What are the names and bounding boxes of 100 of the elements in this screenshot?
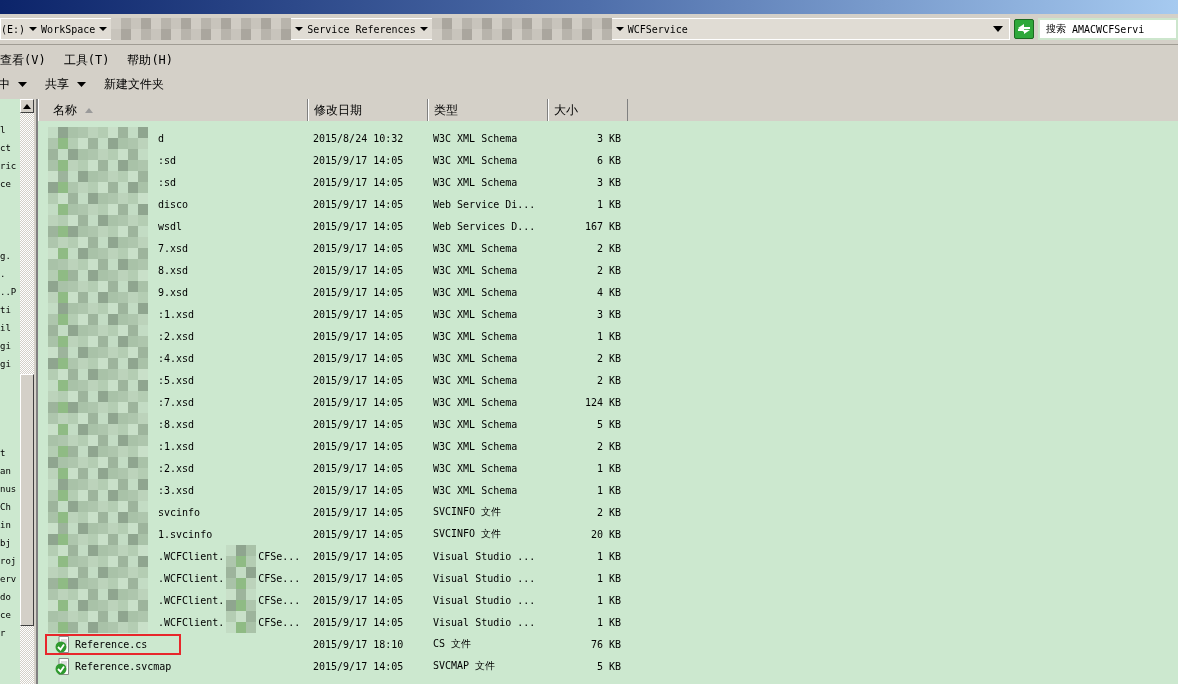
file-name[interactable]: :2.xsd xyxy=(158,462,195,474)
size-cell-text: 20 KB xyxy=(589,528,622,540)
size-cell-text: 1 KB xyxy=(595,572,622,584)
file-name[interactable]: 8.xsd xyxy=(158,264,189,276)
file-name[interactable]: :1.xsd xyxy=(158,308,195,320)
breadcrumb[interactable]: (E:) xyxy=(1,23,26,35)
folder-tree-item[interactable]: in xyxy=(0,516,20,534)
date-cell-text: 2015/9/17 14:05 xyxy=(312,572,405,584)
file-name[interactable]: 7.xsd xyxy=(158,242,189,254)
type-cell-text: W3C XML Schema xyxy=(432,286,519,298)
folder-tree-item[interactable]: ct xyxy=(0,139,20,157)
breadcrumb[interactable]: WCFService xyxy=(627,23,688,35)
dropdown-caret-icon[interactable] xyxy=(993,26,1003,32)
folder-tree-item[interactable]: . xyxy=(0,265,20,283)
folder-tree-item[interactable]: gi xyxy=(0,355,20,373)
file-name[interactable]: Reference.cs xyxy=(75,638,148,650)
refresh-button[interactable] xyxy=(1014,19,1034,39)
file-name[interactable]: Reference.svcmap xyxy=(75,660,172,672)
toolbar-button[interactable]: 共享 xyxy=(45,75,86,93)
type-cell-text: Visual Studio ... xyxy=(432,616,537,628)
folder-tree-item[interactable]: g. xyxy=(0,247,20,265)
type-cell-text: Web Service Di... xyxy=(432,198,537,210)
size-cell-text: 2 KB xyxy=(595,264,622,276)
breadcrumb[interactable]: Service References xyxy=(307,23,416,35)
caret-icon[interactable] xyxy=(295,26,304,32)
folder-tree-item[interactable]: nus xyxy=(0,480,20,498)
folder-tree-item[interactable]: ce xyxy=(0,175,20,193)
size-cell-text: 124 KB xyxy=(583,396,622,408)
folder-tree-item[interactable]: roj xyxy=(0,552,20,570)
column-header[interactable]: 修改日期 xyxy=(308,99,428,121)
file-name[interactable]: svcinfo xyxy=(158,506,201,518)
date-cell-text: 2015/9/17 14:05 xyxy=(312,264,405,276)
column-header[interactable]: 大小 xyxy=(548,99,628,121)
caret-icon[interactable] xyxy=(99,26,108,32)
file-name: CFSe... xyxy=(258,572,301,584)
folder-tree-item[interactable]: ti xyxy=(0,301,20,319)
column-header[interactable]: 类型 xyxy=(428,99,548,121)
file-name[interactable]: :5.xsd xyxy=(158,374,195,386)
folder-tree-item[interactable]: gi xyxy=(0,337,20,355)
folder-tree-item[interactable]: il xyxy=(0,319,20,337)
type-cell-text: W3C XML Schema xyxy=(432,330,519,342)
date-cell-text: 2015/9/17 14:05 xyxy=(312,660,405,672)
file-name[interactable]: :2.xsd xyxy=(158,330,195,342)
file-name[interactable]: .WCFClient. xyxy=(158,616,225,628)
breadcrumb[interactable]: WorkSpace xyxy=(41,23,96,35)
column-header[interactable]: 名称 xyxy=(38,99,308,121)
file-name[interactable]: :3.xsd xyxy=(158,484,195,496)
file-name[interactable]: .WCFClient. xyxy=(158,572,225,584)
date-cell-text: 2015/9/17 14:05 xyxy=(312,484,405,496)
file-name[interactable]: 1.svcinfo xyxy=(158,528,213,540)
folder-tree-item[interactable]: erv xyxy=(0,570,20,588)
file-name[interactable]: d xyxy=(158,132,165,144)
caret-icon[interactable] xyxy=(29,26,38,32)
search-field[interactable]: 搜索 AMACWCFServi xyxy=(1038,18,1178,40)
folder-tree-item[interactable]: ..P xyxy=(0,283,20,301)
caret-icon[interactable] xyxy=(419,26,428,32)
file-name[interactable]: 9.xsd xyxy=(158,286,189,298)
type-cell-text: W3C XML Schema xyxy=(432,462,519,474)
toolbar-button[interactable]: 新建文件夹 xyxy=(104,75,164,93)
file-name[interactable]: :sd xyxy=(158,176,177,188)
file-name[interactable]: .WCFClient. xyxy=(158,550,225,562)
file-name[interactable]: :1.xsd xyxy=(158,440,195,452)
address-field[interactable]: (E:) WorkSpace Service References WCFService xyxy=(0,18,1010,40)
date-cell-text: 2015/9/17 14:05 xyxy=(312,418,405,430)
menu-item[interactable]: 工具(T) xyxy=(63,51,110,69)
type-cell-text: W3C XML Schema xyxy=(432,484,519,496)
date-cell-text: 2015/9/17 14:05 xyxy=(312,396,405,408)
folder-tree-item[interactable]: bj xyxy=(0,534,20,552)
type-cell-text: SVCINFO 文件 xyxy=(432,527,503,541)
file-name[interactable]: wsdl xyxy=(158,220,183,232)
folder-tree-item[interactable]: ce xyxy=(0,606,20,624)
folder-tree-item[interactable]: l xyxy=(0,121,20,139)
file-name: CFSe... xyxy=(258,616,301,628)
folder-tree-item[interactable]: r xyxy=(0,624,20,642)
date-cell-text: 2015/9/17 14:05 xyxy=(312,242,405,254)
document-check-icon xyxy=(55,635,71,653)
size-cell-text: 5 KB xyxy=(595,418,622,430)
folder-tree-item[interactable]: an xyxy=(0,462,20,480)
size-cell-text: 4 KB xyxy=(595,286,622,298)
scroll-up-icon[interactable] xyxy=(23,103,31,109)
file-name[interactable]: disco xyxy=(158,198,189,210)
scrollbar[interactable] xyxy=(20,99,34,684)
file-name[interactable]: :7.xsd xyxy=(158,396,195,408)
file-name[interactable]: :8.xsd xyxy=(158,418,195,430)
caret-icon[interactable] xyxy=(615,26,624,32)
folder-tree-item[interactable]: do xyxy=(0,588,20,606)
size-cell-text: 2 KB xyxy=(595,242,622,254)
file-name[interactable]: :4.xsd xyxy=(158,352,195,364)
file-name[interactable]: :sd xyxy=(158,154,177,166)
date-cell-text: 2015/9/17 14:05 xyxy=(312,550,405,562)
blurred-name-drawing xyxy=(226,611,257,633)
folder-tree-item[interactable]: ric xyxy=(0,157,20,175)
size-cell-text: 1 KB xyxy=(595,616,622,628)
menu-item[interactable]: 帮助(H) xyxy=(127,51,174,69)
folder-tree-item[interactable]: t xyxy=(0,444,20,462)
folder-tree-item[interactable]: Ch xyxy=(0,498,20,516)
size-cell-text: 76 KB xyxy=(589,638,622,650)
menu-item[interactable]: 查看(V) xyxy=(0,51,46,69)
file-name[interactable]: .WCFClient. xyxy=(158,594,225,606)
size-cell-text: 167 KB xyxy=(583,220,622,232)
